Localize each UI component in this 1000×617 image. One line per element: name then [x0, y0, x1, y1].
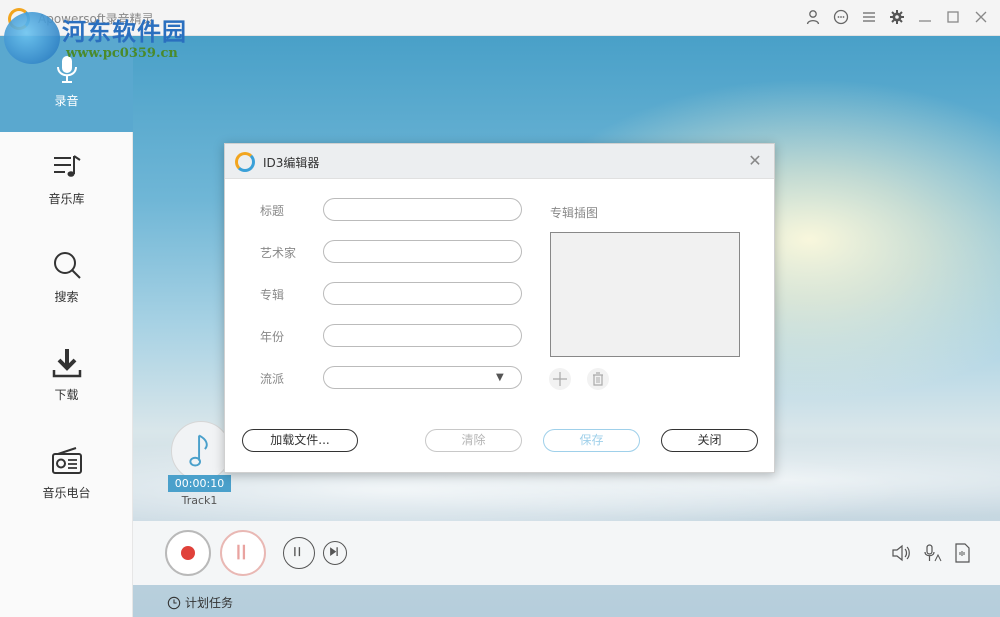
artist-field[interactable] — [323, 240, 522, 263]
pause-record-button[interactable] — [220, 530, 266, 576]
skip-next-icon — [330, 547, 338, 556]
album-cover-label: 专辑插图 — [550, 206, 599, 220]
watermark-logo-icon — [4, 12, 60, 64]
sidebar-item-label: 录音 — [54, 94, 79, 108]
add-cover-button[interactable] — [549, 368, 571, 390]
gear-icon[interactable] — [888, 8, 906, 26]
sidebar-item-download[interactable]: 下载 — [0, 330, 133, 426]
plus-icon — [553, 372, 567, 386]
clock-icon — [167, 596, 181, 609]
title-field[interactable] — [323, 198, 522, 221]
record-button[interactable] — [165, 530, 211, 576]
playback-control-bar — [133, 521, 1000, 585]
track-thumbnail[interactable] — [171, 421, 231, 481]
sidebar-item-search[interactable]: 搜索 — [0, 232, 133, 328]
user-icon[interactable] — [804, 8, 822, 26]
file-audio-icon[interactable] — [951, 543, 973, 563]
search-icon — [53, 252, 81, 279]
delete-cover-button[interactable] — [587, 368, 609, 390]
genre-select[interactable] — [323, 366, 522, 389]
dialog-close-icon[interactable]: ✕ — [746, 152, 764, 170]
track-duration: 00:00:10 — [168, 475, 231, 492]
genre-field-label: 流派 — [260, 372, 285, 386]
maximize-icon[interactable] — [944, 8, 962, 26]
pause-icon — [237, 544, 246, 560]
sidebar-item-radio[interactable]: 音乐电台 — [0, 428, 133, 524]
menu-icon[interactable] — [860, 8, 878, 26]
download-icon — [52, 349, 81, 378]
app-logo-icon — [235, 152, 255, 172]
schedule-task-label: 计划任务 — [185, 596, 234, 610]
sidebar-item-music-library[interactable]: 音乐库 — [0, 134, 133, 230]
track-name[interactable]: Track1 — [168, 494, 231, 507]
dialog-title: ID3编辑器 — [263, 156, 320, 170]
title-field-label: 标题 — [260, 204, 285, 218]
music-note-icon — [189, 434, 208, 467]
schedule-task-link[interactable]: 计划任务 — [167, 594, 233, 611]
trash-icon — [593, 372, 603, 386]
close-icon[interactable] — [972, 8, 990, 26]
title-bar-controls — [804, 8, 990, 26]
sidebar-item-label: 搜索 — [54, 290, 79, 304]
music-list-icon — [53, 155, 81, 177]
feedback-icon[interactable] — [832, 8, 850, 26]
album-cover-preview[interactable] — [550, 232, 740, 357]
dialog-header: ID3编辑器 ✕ — [225, 144, 774, 179]
clear-button[interactable]: 清除 — [425, 429, 522, 452]
close-button[interactable]: 关闭 — [661, 429, 758, 452]
load-file-button[interactable]: 加载文件... — [242, 429, 358, 452]
album-field[interactable] — [323, 282, 522, 305]
sidebar: 录音 音乐库 搜索 下载 音乐电台 — [0, 36, 133, 617]
sidebar-item-label: 音乐电台 — [42, 486, 91, 500]
year-field-label: 年份 — [260, 330, 285, 344]
artist-field-label: 艺术家 — [260, 246, 297, 260]
sidebar-item-label: 音乐库 — [48, 192, 85, 206]
chevron-down-icon[interactable]: ▼ — [496, 372, 504, 383]
year-field[interactable] — [323, 324, 522, 347]
status-bar: 计划任务 — [133, 585, 1000, 617]
sidebar-item-label: 下载 — [54, 388, 79, 402]
microphone-source-icon[interactable] — [921, 543, 943, 563]
radio-icon — [51, 447, 82, 474]
volume-icon[interactable] — [890, 543, 912, 563]
watermark-url: www.pc0359.cn — [66, 46, 178, 61]
album-field-label: 专辑 — [260, 288, 285, 302]
watermark-title: 河东软件园 — [62, 17, 187, 46]
pause-playback-button[interactable] — [283, 537, 315, 569]
minimize-icon[interactable] — [916, 8, 934, 26]
pause-icon — [294, 547, 301, 557]
id3-editor-dialog: ID3编辑器 ✕ 标题 艺术家 专辑 年份 流派 ▼ 专辑插图 加载文件... … — [224, 143, 775, 473]
save-button[interactable]: 保存 — [543, 429, 640, 452]
next-track-button[interactable] — [323, 541, 347, 565]
